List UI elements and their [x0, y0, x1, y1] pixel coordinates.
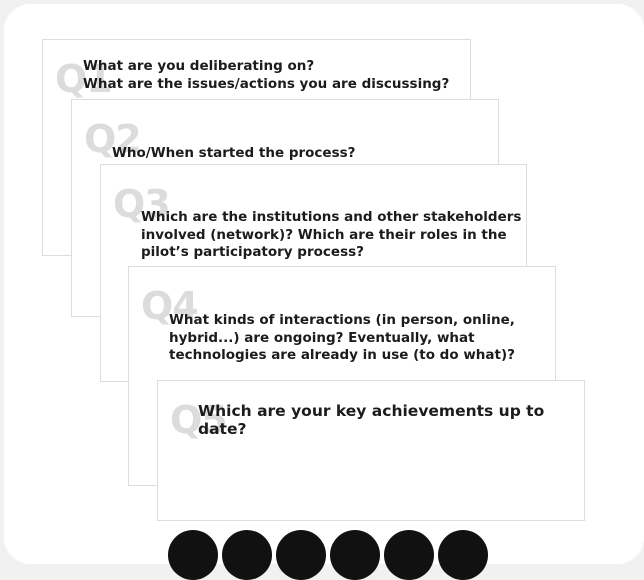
question-text-3: Which are the institutions and other sta… — [141, 209, 522, 260]
pager-dots — [168, 530, 488, 580]
pager-dot-1[interactable] — [168, 530, 218, 580]
question-text-4: What kinds of interactions (in person, o… — [169, 312, 515, 363]
question-text-5: Which are your key achievements up to da… — [198, 402, 545, 438]
question-card-5[interactable]: Q5 Which are your key achievements up to… — [157, 380, 585, 521]
question-text-2: Who/When started the process? — [112, 145, 356, 161]
pager-dot-2[interactable] — [222, 530, 272, 580]
pager-dot-5[interactable] — [384, 530, 434, 580]
pager-dot-3[interactable] — [276, 530, 326, 580]
question-board: Q1 What are you deliberating on? What ar… — [4, 4, 644, 564]
pager-dot-4[interactable] — [330, 530, 380, 580]
pager-dot-6[interactable] — [438, 530, 488, 580]
question-text-1: What are you deliberating on? What are t… — [83, 58, 450, 92]
